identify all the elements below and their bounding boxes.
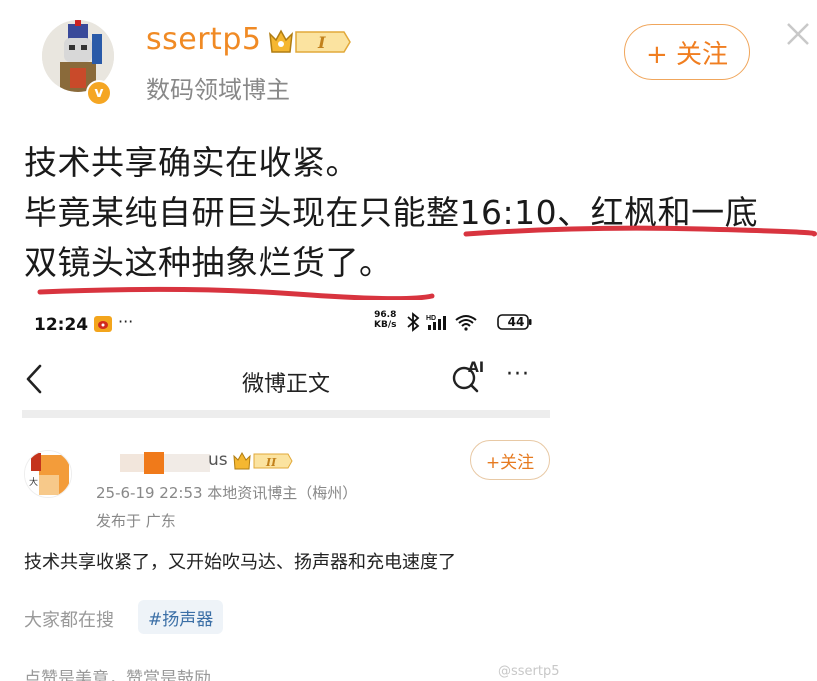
signal-icon: HD xyxy=(426,315,446,330)
author-subtitle: 数码领域博主 xyxy=(146,76,290,104)
red-underline-1 xyxy=(463,225,817,237)
embedded-screenshot: 12:24 ··· 96.8 KB/s HD 44 微博正文 AI ··· 大 … xyxy=(22,300,550,681)
inner-vip-crown-icon: II xyxy=(233,451,293,470)
status-time: 12:24 xyxy=(34,315,89,335)
blurred-name xyxy=(120,452,210,474)
ai-label: AI xyxy=(468,360,485,376)
battery-level: 44 xyxy=(507,315,525,329)
author-name[interactable]: ssertp5 xyxy=(146,22,261,57)
verified-badge: v xyxy=(86,80,112,106)
status-net-speed: 96.8 KB/s xyxy=(374,310,397,330)
section-divider xyxy=(22,410,550,418)
trending-search-label: 大家都在搜 xyxy=(24,610,114,631)
inner-vip-level: II xyxy=(265,456,277,469)
bluetooth-icon xyxy=(407,312,420,332)
inner-post-location: 发布于 广东 xyxy=(96,512,176,530)
wifi-icon xyxy=(455,315,477,331)
post-text-line-1: 技术共享确实在收紧。 xyxy=(24,143,359,182)
follow-button[interactable]: + 关注 xyxy=(624,24,750,80)
post-text-line-3: 双镜头这种抽象烂货了。 xyxy=(24,243,393,282)
close-icon[interactable] xyxy=(782,18,814,50)
status-more: ··· xyxy=(118,312,134,331)
hashtag-link[interactable]: #扬声器 xyxy=(138,600,224,634)
vip-level: I xyxy=(317,33,326,52)
ai-search-button[interactable]: AI xyxy=(450,360,490,396)
weibo-notification-icon xyxy=(94,316,112,332)
inner-post-text: 技术共享收紧了，又开始吹马达、扬声器和充电速度了 xyxy=(24,552,456,573)
vip-crown-icon: I xyxy=(269,29,351,53)
svg-text:HD: HD xyxy=(426,315,436,322)
more-button[interactable]: ··· xyxy=(506,362,530,387)
inner-post-meta: 25-6-19 22:53 本地资讯博主（梅州） xyxy=(96,484,358,502)
reward-text: 点赞是美意，赞赏是鼓励 xyxy=(24,669,211,681)
inner-follow-button[interactable]: +关注 xyxy=(470,440,550,480)
inner-author-avatar[interactable]: 大 xyxy=(24,450,72,498)
watermark: @ssertp5 xyxy=(498,664,560,679)
svg-text:大: 大 xyxy=(29,476,38,487)
inner-author-name[interactable]: us xyxy=(208,450,228,470)
